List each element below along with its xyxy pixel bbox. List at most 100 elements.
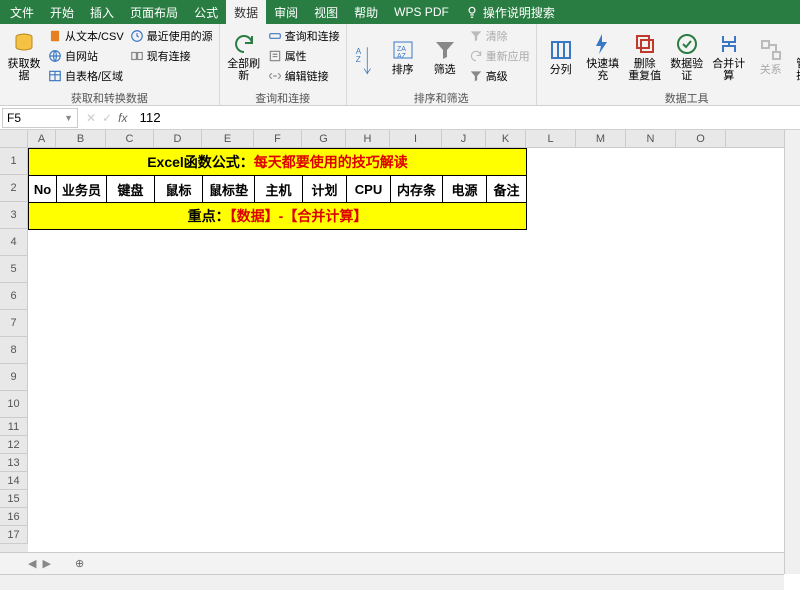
lightbulb-icon <box>465 5 479 19</box>
horizontal-scrollbar[interactable] <box>0 574 784 590</box>
svg-text:ZA: ZA <box>397 46 406 53</box>
spreadsheet-grid[interactable]: ABCDEFGHIJKLMNO 123456789101112131415161… <box>0 130 800 568</box>
table-header-cell[interactable]: 鼠标垫 <box>203 176 255 203</box>
col-header-A[interactable]: A <box>28 130 56 147</box>
col-header-F[interactable]: F <box>254 130 302 147</box>
flash-fill-button[interactable]: 快速填充 <box>583 26 623 88</box>
col-header-D[interactable]: D <box>154 130 202 147</box>
menu-help[interactable]: 帮助 <box>346 0 386 25</box>
table-header-cell[interactable]: 鼠标 <box>155 176 203 203</box>
row-header-2[interactable]: 2 <box>0 175 28 202</box>
col-header-C[interactable]: C <box>106 130 154 147</box>
queries-connections-button[interactable]: 查询和连接 <box>266 26 342 46</box>
cancel-icon[interactable]: ✕ <box>86 111 96 125</box>
table-header-cell[interactable]: 键盘 <box>107 176 155 203</box>
select-all-corner[interactable] <box>0 130 28 148</box>
reapply-button[interactable]: 重新应用 <box>467 46 532 66</box>
table-header-cell[interactable]: No <box>29 176 57 203</box>
row-header-9[interactable]: 9 <box>0 364 28 391</box>
row-header-4[interactable]: 4 <box>0 229 28 256</box>
connection-icon <box>130 49 144 63</box>
row-header-17[interactable]: 17 <box>0 526 28 544</box>
row-header-7[interactable]: 7 <box>0 310 28 337</box>
row-header-3[interactable]: 3 <box>0 202 28 229</box>
row-header-1[interactable]: 1 <box>0 148 28 175</box>
col-header-H[interactable]: H <box>346 130 390 147</box>
col-header-B[interactable]: B <box>56 130 106 147</box>
from-web-button[interactable]: 自网站 <box>46 46 126 66</box>
new-sheet-button[interactable]: ⊕ <box>69 555 90 572</box>
tab-nav-prev-icon[interactable]: ◀ <box>28 557 36 570</box>
name-box[interactable]: F5 ▼ <box>2 108 78 128</box>
row-header-13[interactable]: 13 <box>0 454 28 472</box>
data-validation-button[interactable]: 数据验 证 <box>667 26 707 88</box>
table-header-cell[interactable]: 主机 <box>255 176 303 203</box>
formula-input[interactable] <box>133 108 800 127</box>
row-header-15[interactable]: 15 <box>0 490 28 508</box>
menu-data[interactable]: 数据 <box>226 0 266 25</box>
col-header-E[interactable]: E <box>202 130 254 147</box>
table-header-cell[interactable]: CPU <box>347 176 391 203</box>
table-header-cell[interactable]: 计划 <box>303 176 347 203</box>
table-header-cell[interactable]: 内存条 <box>391 176 443 203</box>
menu-file[interactable]: 文件 <box>2 0 42 25</box>
text-to-columns-button[interactable]: 分列 <box>541 26 581 88</box>
menu-formulas[interactable]: 公式 <box>186 0 226 25</box>
table-header-cell[interactable]: 备注 <box>487 176 527 203</box>
col-header-L[interactable]: L <box>526 130 576 147</box>
col-header-G[interactable]: G <box>302 130 346 147</box>
row-header-6[interactable]: 6 <box>0 283 28 310</box>
enter-icon[interactable]: ✓ <box>102 111 112 125</box>
refresh-all-button[interactable]: 全部刷新 <box>224 26 264 88</box>
vertical-scrollbar[interactable] <box>784 130 800 574</box>
row-headers[interactable]: 1234567891011121314151617 <box>0 148 28 568</box>
table-header-cell[interactable]: 电源 <box>443 176 487 203</box>
row-header-12[interactable]: 12 <box>0 436 28 454</box>
row-header-10[interactable]: 10 <box>0 391 28 418</box>
col-header-I[interactable]: I <box>390 130 442 147</box>
remove-duplicates-button[interactable]: 删除 重复值 <box>625 26 665 88</box>
clear-filter-button[interactable]: 清除 <box>467 26 532 46</box>
row-header-14[interactable]: 14 <box>0 472 28 490</box>
menu-home[interactable]: 开始 <box>42 0 82 25</box>
row-header-16[interactable]: 16 <box>0 508 28 526</box>
advanced-filter-button[interactable]: 高级 <box>467 66 532 86</box>
fx-icon[interactable]: fx <box>118 111 127 125</box>
col-header-K[interactable]: K <box>486 130 526 147</box>
menu-view[interactable]: 视图 <box>306 0 346 25</box>
from-table-button[interactable]: 自表格/区域 <box>46 66 126 86</box>
dedup-icon <box>633 32 657 56</box>
menu-review[interactable]: 审阅 <box>266 0 306 25</box>
menu-wpspdf[interactable]: WPS PDF <box>386 1 457 23</box>
properties-button[interactable]: 属性 <box>266 46 342 66</box>
row-header-11[interactable]: 11 <box>0 418 28 436</box>
menu-insert[interactable]: 插入 <box>82 0 122 25</box>
column-headers[interactable]: ABCDEFGHIJKLMNO <box>28 130 800 148</box>
relationships-button[interactable]: 关系 <box>751 26 791 88</box>
get-data-button[interactable]: 获取数 据 <box>4 26 44 88</box>
database-icon <box>12 32 36 56</box>
edit-links-button[interactable]: 编辑链接 <box>266 66 342 86</box>
title-cell[interactable]: Excel函数公式：每天都要使用的技巧解读 <box>29 149 527 176</box>
tab-nav-next-icon[interactable]: ▶ <box>42 557 50 570</box>
row-header-8[interactable]: 8 <box>0 337 28 364</box>
ribbon-group-label: 数据工具 <box>541 88 800 106</box>
footer-cell[interactable]: 重点：【数据】-【合并计算】 <box>29 203 527 230</box>
from-text-csv-button[interactable]: 从文本/CSV <box>46 26 126 46</box>
col-header-M[interactable]: M <box>576 130 626 147</box>
consolidate-button[interactable]: 合并计算 <box>709 26 749 88</box>
manage-data-model-button[interactable]: 管理数 据模型 <box>793 26 800 88</box>
col-header-N[interactable]: N <box>626 130 676 147</box>
col-header-J[interactable]: J <box>442 130 486 147</box>
recent-sources-button[interactable]: 最近使用的源 <box>128 26 215 46</box>
menu-pagelayout[interactable]: 页面布局 <box>122 0 186 25</box>
sort-az-button[interactable]: AZ <box>351 26 381 88</box>
row-header-5[interactable]: 5 <box>0 256 28 283</box>
existing-connections-button[interactable]: 现有连接 <box>128 46 215 66</box>
cells-area[interactable]: Excel函数公式：每天都要使用的技巧解读 No业务员键盘鼠标鼠标垫主机计划CP… <box>28 148 800 568</box>
tell-me-search[interactable]: 操作说明搜索 <box>465 4 555 21</box>
table-header-cell[interactable]: 业务员 <box>57 176 107 203</box>
filter-button[interactable]: 筛选 <box>425 26 465 88</box>
sort-button[interactable]: ZAAZ 排序 <box>383 26 423 88</box>
col-header-O[interactable]: O <box>676 130 726 147</box>
